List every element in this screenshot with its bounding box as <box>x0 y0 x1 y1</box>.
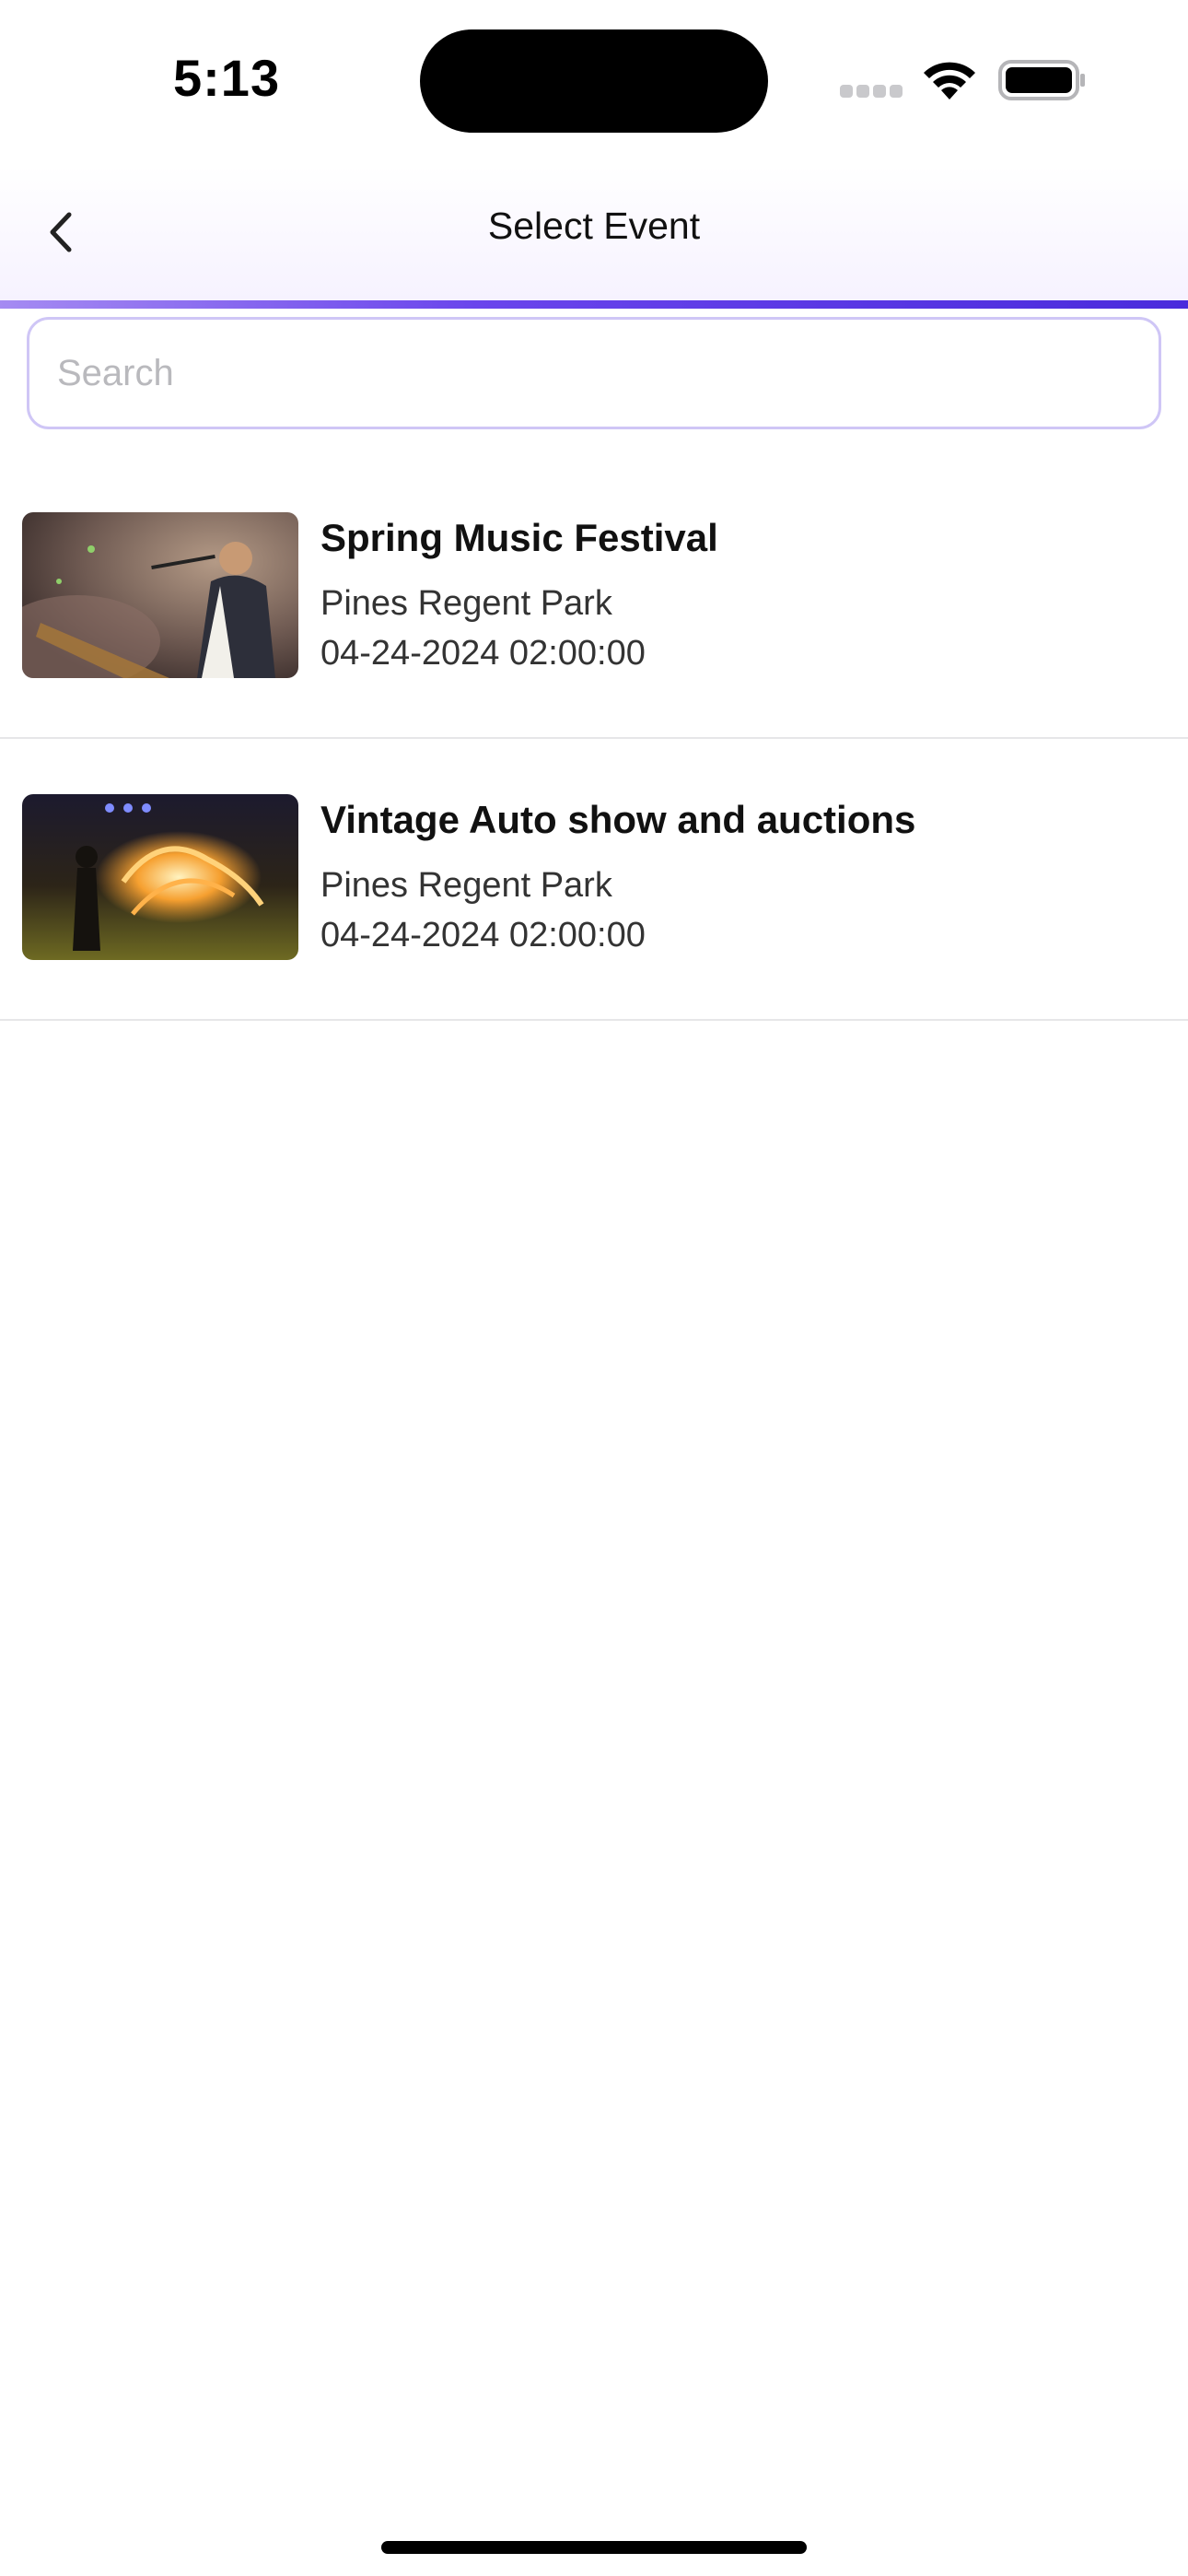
wifi-icon <box>924 62 975 100</box>
nav-accent-line <box>0 300 1188 309</box>
event-list-item[interactable]: Vintage Auto show and auctions Pines Reg… <box>0 739 1188 1021</box>
event-thumbnail <box>22 794 298 960</box>
event-title: Vintage Auto show and auctions <box>320 798 916 841</box>
search-input[interactable] <box>29 320 1159 427</box>
status-bar: 5:13 <box>0 0 1188 166</box>
battery-icon <box>998 60 1085 100</box>
select-event-screen: 5:13 Select Event Search Spring Music Fe… <box>0 0 1188 2576</box>
event-datetime: 04-24-2024 02:00:00 <box>320 916 646 954</box>
event-list-item[interactable]: Spring Music Festival Pines Regent Park … <box>0 457 1188 739</box>
status-time: 5:13 <box>173 49 281 107</box>
event-datetime: 04-24-2024 02:00:00 <box>320 634 646 673</box>
home-indicator[interactable] <box>381 2541 807 2554</box>
fire-performance-photo <box>22 794 298 960</box>
page-title: Select Event <box>487 205 701 247</box>
event-title: Spring Music Festival <box>320 516 718 559</box>
dynamic-island <box>420 29 768 133</box>
cellular-signal-icon <box>840 85 904 100</box>
concert-singer-photo <box>22 512 298 678</box>
event-thumbnail <box>22 512 298 678</box>
event-venue: Pines Regent Park <box>320 584 612 623</box>
search-field[interactable] <box>27 317 1161 429</box>
event-venue: Pines Regent Park <box>320 866 612 905</box>
